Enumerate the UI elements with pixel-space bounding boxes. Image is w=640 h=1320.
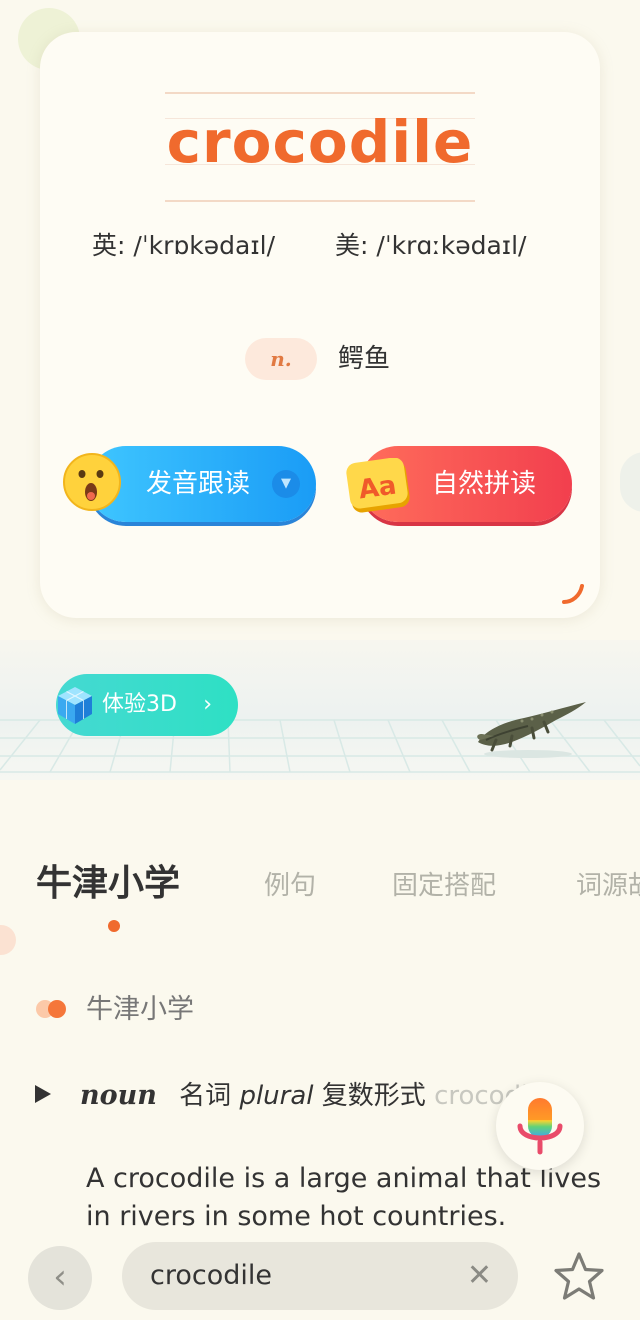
crocodile-image[interactable] [472,694,590,760]
microphone-icon [517,1098,563,1155]
play-icon[interactable] [34,1084,52,1104]
cube-icon [58,687,92,724]
tab-collocations[interactable]: 固定搭配 [392,856,496,916]
search-input[interactable]: crocodile [150,1242,272,1310]
experience-3d-label: 体验3D [102,692,177,717]
tab-example-sentences[interactable]: 例句 [264,856,316,916]
plural-chinese: 复数形式 [321,1081,426,1111]
tab-etymology[interactable]: 词源故 [576,856,640,916]
uk-phonetic[interactable]: 英: /ˈkrɒkədaɪl/ [92,226,275,266]
uk-phonetic-text: /ˈkrɒkədaɪl/ [133,231,276,260]
us-phonetic[interactable]: 美: /ˈkrɑːkədaɪl/ [335,226,526,266]
uk-label: 英: [92,231,126,260]
pronunciation-practice-label: 发音跟读 [146,469,251,499]
part-of-speech-badge: n. [245,338,317,380]
microphone-button[interactable] [496,1082,584,1170]
chevron-right-icon: › [203,692,212,717]
us-label: 美: [335,231,369,260]
word-title: crocodile [166,108,474,176]
back-button[interactable]: ‹ [28,1246,92,1310]
pronunciation-practice-button[interactable]: 发音跟读 ▼ [88,446,316,522]
natural-phonics-label: 自然拼读 [432,469,537,499]
background-decoration [0,925,16,955]
plural-english: plural [239,1081,314,1111]
aa-icon-text: Aa [357,470,398,505]
section-dots-icon [36,1000,66,1018]
pos-english: noun [80,1080,157,1111]
pos-chinese: 名词 [179,1081,232,1111]
section-title: 牛津小学 [86,994,194,1025]
chevron-down-icon[interactable]: ▼ [272,470,300,498]
aa-letters-icon: Aa [346,458,410,513]
star-icon[interactable] [552,1250,606,1304]
clear-icon[interactable]: ✕ [467,1242,492,1310]
definition-text: A crocodile is a large animal that lives… [86,1163,602,1232]
us-phonetic-text: /ˈkrɑːkədaɪl/ [376,231,527,260]
definition-header: noun 名词 plural 复数形式 crocodiles [80,1074,565,1118]
surprised-face-icon [63,453,121,511]
word-meaning: 鳄鱼 [338,344,391,374]
card-corner-icon [562,584,584,604]
active-tab-indicator [108,920,120,932]
tab-oxford-primary[interactable]: 牛津小学 [36,854,180,914]
next-card-peek[interactable] [620,452,640,512]
search-field[interactable]: crocodile ✕ [122,1242,518,1310]
